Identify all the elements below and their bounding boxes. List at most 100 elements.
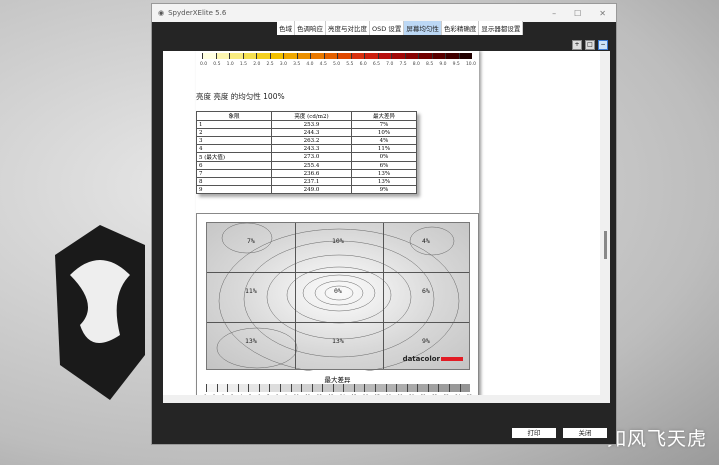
color-scale-label: 9.0 <box>439 62 447 67</box>
color-swatch <box>269 53 283 59</box>
table-cell: 249.0 <box>271 185 352 194</box>
horizontal-scrollbar[interactable] <box>163 395 600 403</box>
gray-swatch <box>353 384 365 392</box>
table-cell: 4 <box>196 144 272 153</box>
color-swatch <box>391 53 405 59</box>
table-row: 4 243.3 11% <box>196 144 417 153</box>
color-swatch <box>377 53 391 59</box>
color-swatch <box>431 53 445 59</box>
gray-swatch <box>459 384 471 392</box>
color-scale-label: 5.5 <box>346 62 354 67</box>
minimize-button[interactable]: – <box>552 9 556 18</box>
color-scale-label: 4.5 <box>319 62 327 67</box>
color-scale-label: 6.0 <box>359 62 367 67</box>
tab-3[interactable]: OSD 设置 <box>370 21 405 35</box>
quadrant-label: 9% <box>422 337 430 345</box>
maximize-button[interactable]: ☐ <box>574 9 581 18</box>
quadrant-label: 0% <box>334 287 342 295</box>
color-scale-label: 9.5 <box>452 62 460 67</box>
tab-4[interactable]: 屏幕均匀性 <box>404 21 442 35</box>
app-icon: ◉ <box>158 9 165 17</box>
gray-swatch <box>332 384 344 392</box>
table-cell: 10% <box>351 128 417 137</box>
table-cell: 236.6 <box>271 169 352 178</box>
quadrant-label: 4% <box>422 237 430 245</box>
tab-2[interactable]: 亮度与对比度 <box>326 21 370 35</box>
close-button[interactable]: ✕ <box>599 9 606 18</box>
report-heading: 亮度 亮度 的均匀性 100% <box>196 92 285 101</box>
color-scale-label: 1.5 <box>239 62 248 67</box>
gray-swatch <box>427 384 439 392</box>
quadrant-label: 6% <box>422 287 430 295</box>
tab-5[interactable]: 色彩精确度 <box>442 21 480 35</box>
window-title: SpyderXElite 5.6 <box>168 9 227 17</box>
quadrant-label: 10% <box>332 237 344 245</box>
table-row: 1 253.9 7% <box>196 120 417 129</box>
table-row: 9 249.0 9% <box>196 185 417 194</box>
title-bar: ◉ SpyderXElite 5.6 – ☐ ✕ <box>152 4 616 22</box>
table-cell: 3 <box>196 136 272 145</box>
table-cell: 7 <box>196 169 272 178</box>
gray-swatch <box>375 384 386 392</box>
table-cell: 237.1 <box>271 177 352 186</box>
zoom-out-icon[interactable]: − <box>598 40 608 50</box>
color-scale-label: 8.0 <box>412 62 420 67</box>
gray-swatch <box>248 384 259 392</box>
color-scale-label: 0.5 <box>213 62 221 67</box>
color-scale-label: 0.0 <box>200 62 208 67</box>
gray-swatch <box>269 384 280 392</box>
table-cell: 253.9 <box>271 120 352 129</box>
column-header: 亮度 (cd/m2) <box>271 111 352 121</box>
table-cell: 263.2 <box>271 136 352 145</box>
color-scale-label: 6.5 <box>372 62 381 67</box>
table-cell: 6% <box>351 161 417 170</box>
table-row: 2 244.3 10% <box>196 128 417 137</box>
table-row: 3 263.2 4% <box>196 136 417 145</box>
color-scale-label: 2.5 <box>266 62 274 67</box>
color-scale-label: 2.0 <box>253 62 261 67</box>
uniformity-plot: 7%10%4%11%0%6%13%13%9% datacolor 最大差异 01… <box>196 213 479 403</box>
table-row: 5 (最大值) 273.0 0% <box>196 152 417 162</box>
quadrant-label: 13% <box>332 337 344 345</box>
zoom-fit-icon[interactable]: □ <box>585 40 595 50</box>
color-swatch <box>337 53 351 59</box>
color-scale-label: 7.0 <box>386 62 394 67</box>
spyder-window: ◉ SpyderXElite 5.6 – ☐ ✕ 色域 色调响应 亮度与对比度 OSD 设… <box>151 3 617 445</box>
color-scale-label: 7.5 <box>399 62 407 67</box>
table-cell: 255.4 <box>271 161 352 170</box>
zoom-in-icon[interactable]: + <box>572 40 582 50</box>
contour-lines <box>216 223 460 371</box>
color-swatch <box>202 53 216 59</box>
table-cell: 244.3 <box>271 128 352 137</box>
tab-6[interactable]: 显示器都设置 <box>479 21 524 35</box>
gray-swatch <box>396 384 407 392</box>
color-scale-label: 3.5 <box>293 62 301 67</box>
gray-swatch <box>448 384 460 392</box>
color-scale <box>202 53 472 59</box>
color-swatch <box>215 53 229 59</box>
color-swatch <box>458 53 472 59</box>
tab-0[interactable]: 色域 <box>277 21 295 35</box>
datacolor-logo: datacolor <box>403 355 463 363</box>
msi-dragon-logo <box>55 225 145 400</box>
table-cell: 7% <box>351 120 417 129</box>
table-cell: 6 <box>196 161 272 170</box>
gray-swatch <box>227 384 238 392</box>
gray-swatch <box>364 384 375 392</box>
watermark: 如风飞天虎 <box>606 428 707 450</box>
tab-1[interactable]: 色调响应 <box>295 21 326 35</box>
table-cell: 4% <box>351 136 417 145</box>
gray-swatch <box>206 384 217 392</box>
gray-swatch <box>311 384 323 392</box>
scroll-thumb[interactable] <box>604 231 607 259</box>
color-swatch <box>229 53 243 59</box>
color-swatch <box>323 53 337 59</box>
color-scale-label: 1.0 <box>226 62 234 67</box>
color-swatch <box>256 53 270 59</box>
close-dialog-button[interactable]: 关闭 <box>563 428 607 438</box>
table-cell: 13% <box>351 177 417 186</box>
print-button[interactable]: 打印 <box>512 428 556 438</box>
vertical-scrollbar[interactable] <box>600 51 610 403</box>
column-header: 象限 <box>196 111 272 121</box>
gray-swatch <box>301 384 312 392</box>
